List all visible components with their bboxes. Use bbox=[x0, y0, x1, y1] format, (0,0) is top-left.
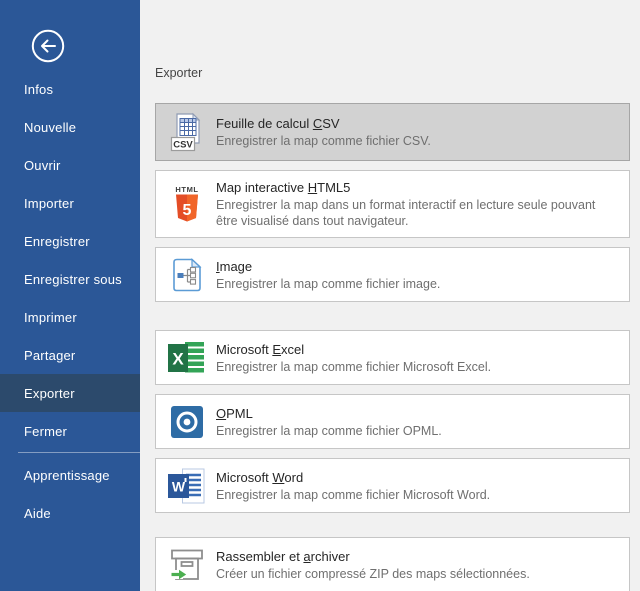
export-item-csv[interactable]: CSV Feuille de calcul CSVEnregistrer la … bbox=[155, 103, 630, 161]
export-item-title: Rassembler et archiver bbox=[216, 548, 530, 565]
export-item-desc: Enregistrer la map comme fichier Microso… bbox=[216, 487, 490, 503]
page-title: Exporter bbox=[155, 66, 630, 81]
export-item-text: ImageEnregistrer la map comme fichier im… bbox=[216, 258, 440, 292]
sidebar-item-label: Enregistrer sous bbox=[24, 272, 122, 287]
export-item-text: Feuille de calcul CSVEnregistrer la map … bbox=[216, 115, 431, 149]
export-item-text: Microsoft ExcelEnregistrer la map comme … bbox=[216, 341, 491, 375]
sidebar-item-label: Ouvrir bbox=[24, 158, 61, 173]
export-group-3: Rassembler et archiverCréer un fichier c… bbox=[155, 537, 630, 591]
accelerator-letter: C bbox=[313, 116, 322, 131]
sidebar-item-apprentissage[interactable]: Apprentissage bbox=[0, 456, 140, 494]
sidebar-item-label: Importer bbox=[24, 196, 74, 211]
export-item-desc: Enregistrer la map comme fichier Microso… bbox=[216, 359, 491, 375]
export-item-text: OPMLEnregistrer la map comme fichier OPM… bbox=[216, 405, 442, 439]
sidebar-item-label: Nouvelle bbox=[24, 120, 76, 135]
export-item-archive[interactable]: Rassembler et archiverCréer un fichier c… bbox=[155, 537, 630, 591]
opml-icon bbox=[168, 405, 206, 439]
sidebar-item-imprimer[interactable]: Imprimer bbox=[0, 298, 140, 336]
excel-icon: X bbox=[168, 340, 206, 376]
word-icon: W bbox=[168, 468, 206, 504]
sidebar-item-enregistrer[interactable]: Enregistrer bbox=[0, 222, 140, 260]
svg-text:X: X bbox=[172, 349, 184, 368]
export-item-opml[interactable]: OPMLEnregistrer la map comme fichier OPM… bbox=[155, 394, 630, 449]
sidebar-item-label: Imprimer bbox=[24, 310, 77, 325]
export-item-desc: Enregistrer la map comme fichier OPML. bbox=[216, 423, 442, 439]
accelerator-letter: W bbox=[272, 470, 284, 485]
export-item-text: Map interactive HTML5Enregistrer la map … bbox=[216, 179, 617, 229]
export-item-title: OPML bbox=[216, 405, 442, 422]
export-item-title: Microsoft Word bbox=[216, 469, 490, 486]
export-item-title: Map interactive HTML5 bbox=[216, 179, 617, 196]
sidebar-item-ouvrir[interactable]: Ouvrir bbox=[0, 146, 140, 184]
sidebar-separator bbox=[18, 452, 140, 453]
export-item-word[interactable]: W Microsoft WordEnregistrer la map comme… bbox=[155, 458, 630, 513]
sidebar-item-partager[interactable]: Partager bbox=[0, 336, 140, 374]
accelerator-letter: a bbox=[303, 549, 310, 564]
sidebar-item-aide[interactable]: Aide bbox=[0, 494, 140, 532]
export-item-title: Feuille de calcul CSV bbox=[216, 115, 431, 132]
export-groups: CSV Feuille de calcul CSVEnregistrer la … bbox=[155, 103, 630, 591]
svg-text:5: 5 bbox=[183, 202, 192, 219]
sidebar-item-label: Exporter bbox=[24, 386, 75, 401]
export-item-text: Rassembler et archiverCréer un fichier c… bbox=[216, 548, 530, 582]
accelerator-letter: O bbox=[216, 406, 226, 421]
export-item-image[interactable]: ImageEnregistrer la map comme fichier im… bbox=[155, 247, 630, 302]
sidebar-item-label: Aide bbox=[24, 506, 51, 521]
html5-icon: HTML 5 bbox=[168, 184, 206, 224]
svg-text:HTML: HTML bbox=[175, 185, 198, 194]
sidebar-item-label: Partager bbox=[24, 348, 75, 363]
export-item-text: Microsoft WordEnregistrer la map comme f… bbox=[216, 469, 490, 503]
accelerator-letter: H bbox=[308, 180, 317, 195]
back-arrow-icon bbox=[31, 50, 65, 67]
sidebar-item-label: Fermer bbox=[24, 424, 67, 439]
image-file-icon bbox=[168, 257, 206, 293]
export-panel: Exporter CSV Feuille de calcul CSVEnregi… bbox=[140, 0, 640, 591]
export-item-desc: Enregistrer la map comme fichier image. bbox=[216, 276, 440, 292]
sidebar-item-importer[interactable]: Importer bbox=[0, 184, 140, 222]
sidebar-item-label: Enregistrer bbox=[24, 234, 90, 249]
sidebar-item-label: Apprentissage bbox=[24, 468, 110, 483]
csv-file-icon: CSV bbox=[168, 112, 206, 152]
sidebar-item-nouvelle[interactable]: Nouvelle bbox=[0, 108, 140, 146]
sidebar-footer-nav: Apprentissage Aide bbox=[0, 456, 140, 532]
export-group-1: CSV Feuille de calcul CSVEnregistrer la … bbox=[155, 103, 630, 302]
export-item-title: Microsoft Excel bbox=[216, 341, 491, 358]
export-group-2: X Microsoft ExcelEnregistrer la map comm… bbox=[155, 330, 630, 513]
export-item-html5[interactable]: HTML 5 Map interactive HTML5Enregistrer … bbox=[155, 170, 630, 238]
svg-text:CSV: CSV bbox=[173, 140, 193, 151]
export-item-desc: Créer un fichier compressé ZIP des maps … bbox=[216, 566, 530, 582]
archive-box-icon bbox=[168, 546, 206, 584]
export-item-desc: Enregistrer la map comme fichier CSV. bbox=[216, 133, 431, 149]
export-item-excel[interactable]: X Microsoft ExcelEnregistrer la map comm… bbox=[155, 330, 630, 385]
sidebar-item-exporter[interactable]: Exporter bbox=[0, 374, 140, 412]
accelerator-letter: E bbox=[272, 342, 281, 357]
backstage-sidebar: Infos Nouvelle Ouvrir Importer Enregistrer En… bbox=[0, 0, 140, 591]
back-button[interactable] bbox=[31, 29, 65, 63]
sidebar-nav: Infos Nouvelle Ouvrir Importer Enregistrer En… bbox=[0, 70, 140, 450]
sidebar-item-infos[interactable]: Infos bbox=[0, 70, 140, 108]
export-item-title: Image bbox=[216, 258, 440, 275]
sidebar-item-fermer[interactable]: Fermer bbox=[0, 412, 140, 450]
sidebar-item-label: Infos bbox=[24, 82, 53, 97]
export-item-desc: Enregistrer la map dans un format intera… bbox=[216, 197, 617, 229]
svg-text:W: W bbox=[172, 478, 186, 494]
sidebar-item-enregistrer-sous[interactable]: Enregistrer sous bbox=[0, 260, 140, 298]
